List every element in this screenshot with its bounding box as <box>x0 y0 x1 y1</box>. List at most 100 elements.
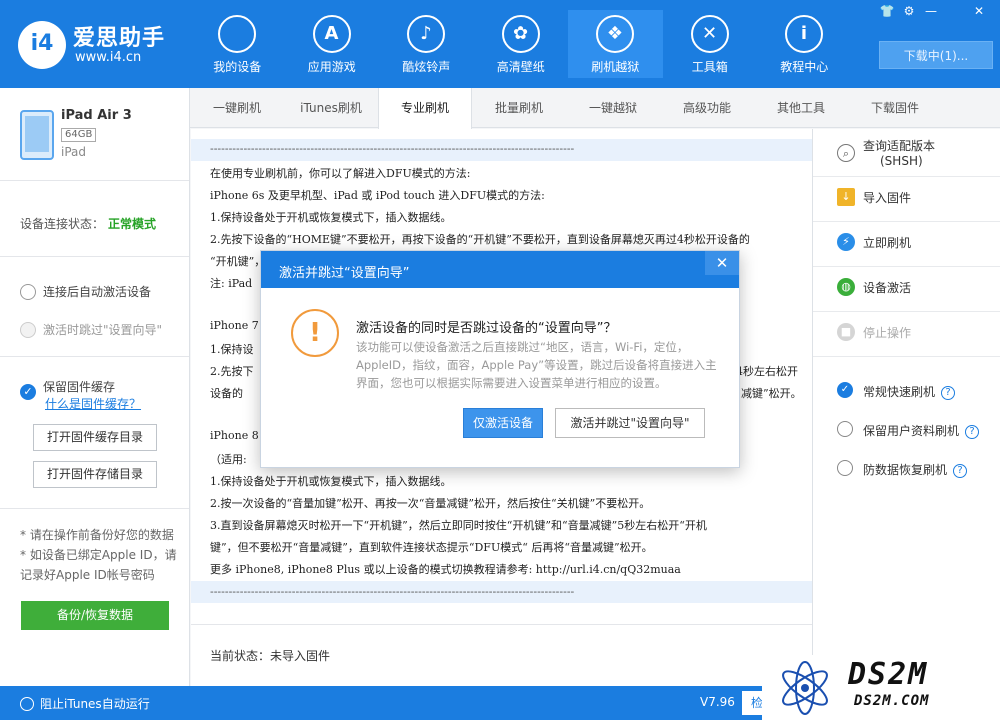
activate-device-button[interactable]: 设备激活 <box>863 279 911 296</box>
bell-icon: ♪ <box>407 15 445 53</box>
text-line: 3.直到设备屏幕熄灭时松开一下“开机键”，然后立即同时按住“开机键”和“音量减键… <box>210 519 707 532</box>
minimize-icon[interactable]: — <box>922 4 940 18</box>
nav-toolbox[interactable]: ✕ 工具箱 <box>663 10 758 78</box>
download-status-button[interactable]: 下载中(1)... <box>879 41 993 69</box>
skin-icon[interactable]: 👕 <box>878 4 896 18</box>
divider <box>813 356 1000 357</box>
text-line: 在使用专业刷机前，你可以了解进入DFU模式的方法: <box>210 167 471 180</box>
radio-icon <box>20 697 34 711</box>
anti-recover-flash-option[interactable]: 防数据恢复刷机? <box>863 461 968 478</box>
text-fragment: 4秒左右松开 <box>736 365 798 378</box>
dialog-header: 激活并跳过“设置向导” ✕ <box>261 251 739 288</box>
text-line: iPhone 7 <box>210 319 259 332</box>
info-icon: i <box>785 15 823 53</box>
activate-skip-wizard-button[interactable]: 激活并跳过"设置向导" <box>555 408 705 438</box>
import-firmware-button[interactable]: 导入固件 <box>863 189 911 206</box>
flash-tabs: 一键刷机 iTunes刷机 专业刷机 批量刷机 一键越狱 高级功能 其他工具 下… <box>190 88 1000 129</box>
open-store-dir-button[interactable]: 打开固件存储目录 <box>33 461 157 488</box>
connection-label: 设备连接状态： <box>20 217 105 231</box>
help-icon[interactable]: ? <box>941 386 956 400</box>
backup-restore-button[interactable]: 备份/恢复数据 <box>21 601 169 630</box>
atom-logo-icon <box>782 661 828 715</box>
nav-label: 酷炫铃声 <box>402 60 451 74</box>
text-line: 注: iPad <box>210 277 253 290</box>
help-icon[interactable]: ? <box>953 464 968 478</box>
nav-apps[interactable]: A 应用游戏 <box>285 10 380 78</box>
flash-bolt-icon: ⚡ <box>837 233 855 251</box>
skip-wizard-option[interactable]: 激活时跳过"设置向导" <box>20 321 162 338</box>
text-line: 设备的 <box>210 387 243 400</box>
app-logo: i4 爱思助手 www.i4.cn <box>18 18 178 70</box>
nav-tutorials[interactable]: i 教程中心 <box>757 10 852 78</box>
radio-checked-icon[interactable]: ✓ <box>837 382 853 398</box>
check-icon: ✓ <box>20 384 36 400</box>
nav-flash-jailbreak[interactable]: ❖ 刷机越狱 <box>568 10 663 78</box>
divider <box>813 176 1000 177</box>
tab-batch-flash[interactable]: 批量刷机 <box>472 88 566 128</box>
text-line: 更多 iPhone8, iPhone8 Plus 或以上设备的模式切换教程请参考… <box>210 563 681 576</box>
apple-id-note: * 如设备已绑定Apple ID，请记录好Apple ID帐号密码 <box>20 548 177 582</box>
text-line: 2.先按下设备的“HOME键”不要松开，再按下设备的“开机键”不要松开，直到设备… <box>210 233 750 246</box>
activate-only-button[interactable]: 仅激活设备 <box>463 408 543 438</box>
logo-name: 爱思助手 <box>73 26 166 51</box>
query-shsh-button[interactable]: 查询适配版本 (SHSH) <box>863 137 935 168</box>
settings-icon[interactable]: ⚙ <box>900 4 918 18</box>
text-line: 1.保持设 <box>210 343 254 356</box>
watermark-text: DS2M <box>848 657 929 692</box>
close-window-icon[interactable]: ✕ <box>970 4 988 18</box>
open-cache-dir-button[interactable]: 打开固件缓存目录 <box>33 424 157 451</box>
right-panel: ⌕ 查询适配版本 (SHSH) ↓ 导入固件 ⚡ 立即刷机 ◍ 设备激活 ■ 停… <box>812 129 1000 686</box>
divider <box>813 311 1000 312</box>
flash-now-button[interactable]: 立即刷机 <box>863 234 911 251</box>
option-label: 激活时跳过"设置向导" <box>43 323 163 337</box>
main-nav: 我的设备 A 应用游戏 ♪ 酷炫铃声 ✿ 高清壁纸 ❖ 刷机越狱 ✕ 工具箱 i… <box>190 10 852 88</box>
text-line: 2.先按下 <box>210 365 254 378</box>
quick-flash-option[interactable]: 常规快速刷机? <box>863 383 956 400</box>
query-sublabel: (SHSH) <box>880 154 923 168</box>
nav-label: 工具箱 <box>691 60 728 74</box>
block-itunes-toggle[interactable]: 阻止iTunes自动运行 <box>20 695 150 712</box>
radio-icon[interactable] <box>837 421 853 437</box>
apple-icon <box>218 15 256 53</box>
dash-separator: ----------------------------------------… <box>210 142 575 155</box>
option-label: 防数据恢复刷机 <box>863 463 948 477</box>
import-folder-icon: ↓ <box>837 188 855 206</box>
nav-wallpapers[interactable]: ✿ 高清壁纸 <box>474 10 569 78</box>
stop-icon: ■ <box>837 323 855 341</box>
connection-value: 正常模式 <box>108 217 157 231</box>
tab-other-tools[interactable]: 其他工具 <box>754 88 848 128</box>
activate-skip-dialog: 激活并跳过“设置向导” ✕ ! 激活设备的同时是否跳过设备的“设置向导”？ 该功… <box>260 250 740 468</box>
version-label: V7.96 <box>700 695 735 709</box>
keep-data-flash-option[interactable]: 保留用户资料刷机? <box>863 422 980 439</box>
divider <box>191 624 812 625</box>
what-is-cache-link[interactable]: 什么是固件缓存？ <box>45 395 141 412</box>
nav-label: 高清壁纸 <box>496 60 545 74</box>
help-icon[interactable]: ? <box>965 425 980 439</box>
tab-advanced[interactable]: 高级功能 <box>660 88 754 128</box>
radio-icon[interactable] <box>837 460 853 476</box>
warning-icon: ! <box>291 309 339 357</box>
tab-one-click-flash[interactable]: 一键刷机 <box>190 88 284 128</box>
stop-operation-button[interactable]: 停止操作 <box>863 324 911 341</box>
nav-label: 刷机越狱 <box>591 60 640 74</box>
nav-my-device[interactable]: 我的设备 <box>190 10 285 78</box>
dialog-title: 激活并跳过“设置向导” <box>279 266 410 281</box>
tab-itunes-flash[interactable]: iTunes刷机 <box>284 88 378 128</box>
top-bar: i4 爱思助手 www.i4.cn 我的设备 A 应用游戏 ♪ 酷炫铃声 ✿ 高… <box>0 0 1000 88</box>
device-name: iPad Air 3 <box>61 108 132 123</box>
tab-download-firmware[interactable]: 下载固件 <box>848 88 942 128</box>
toggle-label: 阻止iTunes自动运行 <box>40 697 150 711</box>
tab-one-click-jailbreak[interactable]: 一键越狱 <box>566 88 660 128</box>
dialog-description: 该功能可以使设备激活之后直接跳过“地区，语言，Wi-Fi，定位，AppleID，… <box>356 340 717 390</box>
radio-icon <box>20 322 36 338</box>
option-label: 保留用户资料刷机 <box>863 424 960 438</box>
divider <box>0 256 189 257</box>
text-line: 1.保持设备处于开机或恢复模式下，插入数据线。 <box>210 211 452 224</box>
tab-pro-flash[interactable]: 专业刷机 <box>378 88 472 129</box>
close-icon[interactable]: ✕ <box>705 251 739 275</box>
nav-ringtones[interactable]: ♪ 酷炫铃声 <box>379 10 474 78</box>
divider <box>0 356 189 357</box>
option-label: 保留固件缓存 <box>43 380 116 394</box>
auto-activate-option[interactable]: 连接后自动激活设备 <box>20 283 151 300</box>
query-label: 查询适配版本 <box>863 139 936 153</box>
